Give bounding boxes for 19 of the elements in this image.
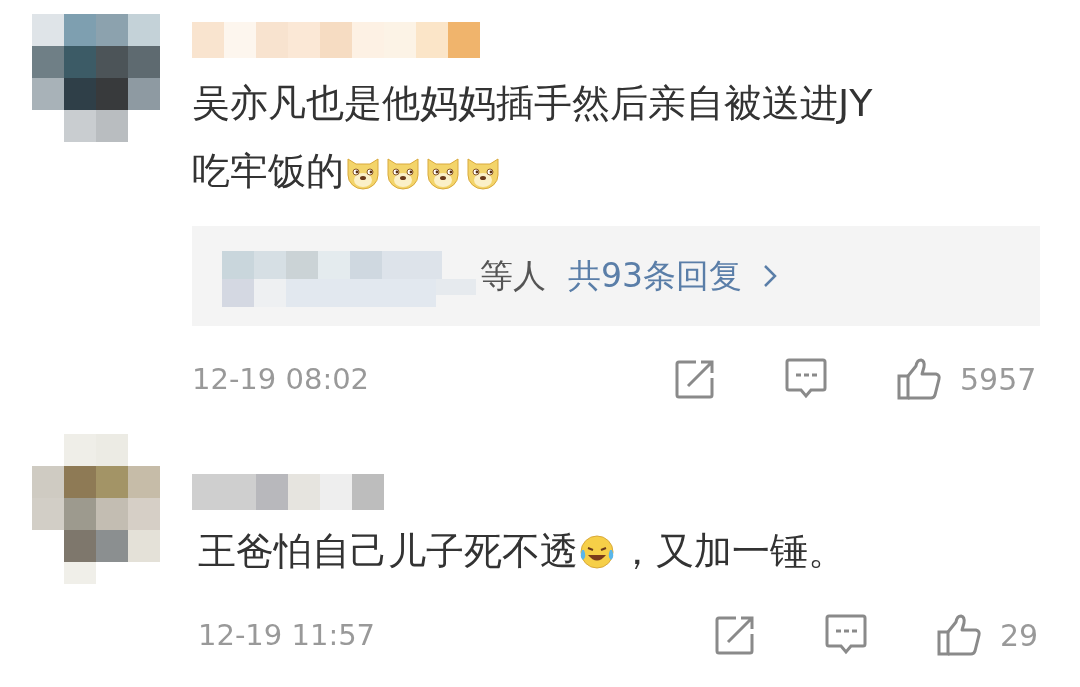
comment-text: 吴亦凡也是他妈妈插手然后亲自被送进JY [192, 81, 873, 127]
comment-text: ，又加一锤。 [618, 529, 846, 575]
chevron-right-icon [762, 263, 778, 289]
share-icon[interactable] [674, 358, 716, 400]
timestamp: 12-19 08:02 [192, 362, 371, 396]
replies-panel[interactable]: 等人 共93条回复 [192, 226, 1040, 326]
comment-icon[interactable] [824, 613, 868, 657]
like-count: 29 [1000, 617, 1040, 653]
timestamp: 12-19 11:57 [198, 618, 377, 652]
like-count: 5957 [960, 361, 1038, 397]
reply-users-text: 等人 [480, 254, 546, 297]
share-icon[interactable] [714, 614, 756, 656]
comment-text: 吃牢饭的 [192, 149, 344, 195]
comment-icon[interactable] [784, 357, 828, 401]
thumbs-up-icon[interactable] [896, 357, 942, 401]
thumbs-up-icon[interactable] [936, 613, 982, 657]
comment-text: 王爸怕自己儿子死不透 [198, 529, 578, 575]
laughing-face-icon [578, 533, 616, 571]
reply-count-link[interactable]: 共93条回复 [568, 253, 742, 299]
